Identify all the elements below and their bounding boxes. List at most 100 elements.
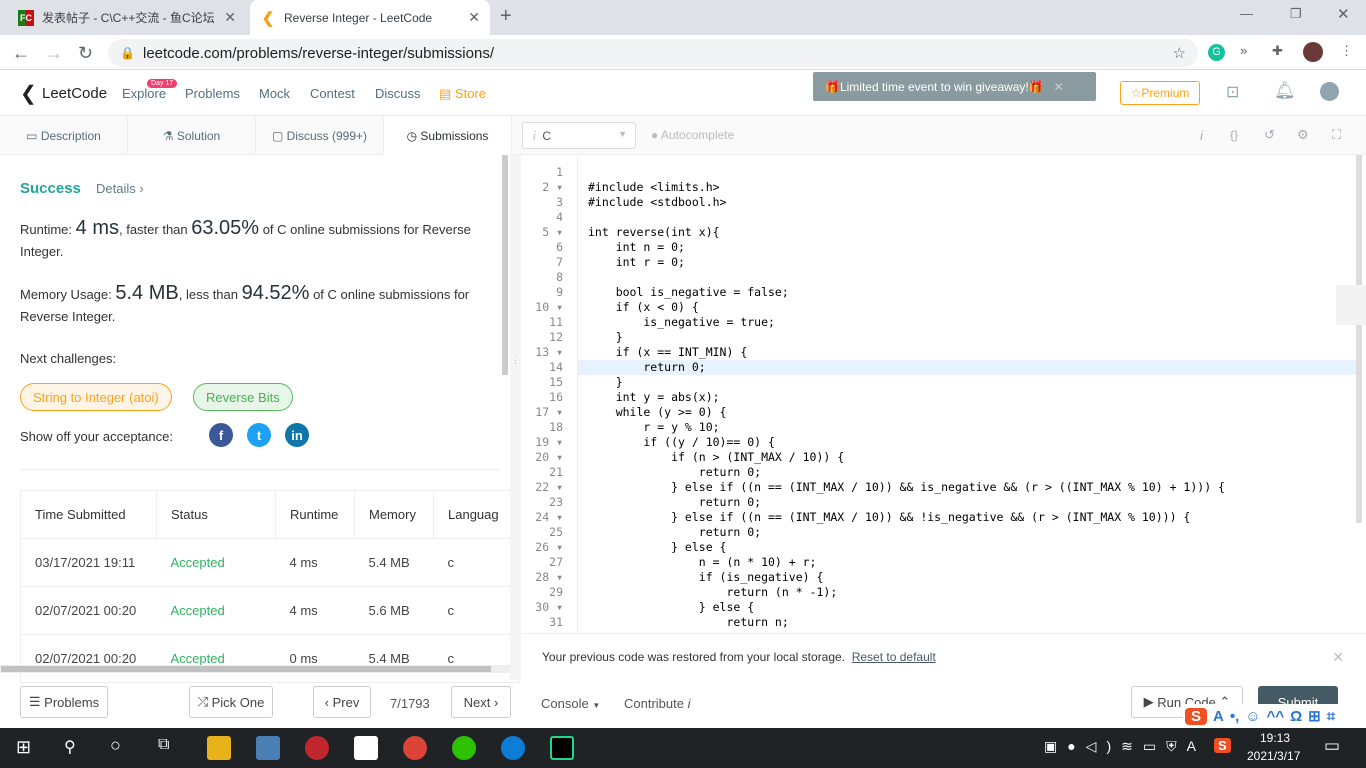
wechat-icon[interactable] (452, 736, 476, 760)
code-line[interactable]: return (n * -1); (588, 585, 837, 600)
nav-mock[interactable]: Mock (259, 86, 290, 101)
table-row[interactable]: 02/07/2021 00:20 Accepted 0 ms 5.4 MB c (20, 634, 520, 683)
status-cell[interactable]: Accepted (156, 586, 276, 635)
code-line[interactable]: } else if ((n == (INT_MAX / 10)) && is_n… (588, 480, 1225, 495)
nav-contest[interactable]: Contest (310, 86, 355, 101)
contribute-button[interactable]: Contribute i (624, 696, 691, 711)
linkedin-icon[interactable]: in (285, 423, 309, 447)
symbol-icon[interactable]: Ω (1290, 708, 1302, 725)
code-line[interactable]: return 0; (588, 525, 761, 540)
challenge-atoi[interactable]: String to Integer (atoi) (20, 383, 172, 411)
code-line[interactable]: while (y >= 0) { (588, 405, 727, 420)
column-header[interactable]: Memory (354, 490, 434, 539)
code-line[interactable]: if (n > (INT_MAX / 10)) { (588, 450, 844, 465)
edge-icon[interactable] (501, 736, 525, 760)
code-line[interactable]: int reverse(int x){ (588, 225, 720, 240)
file-explorer-icon[interactable] (207, 736, 231, 760)
nav-problems[interactable]: Problems (185, 86, 240, 101)
pick-one-button[interactable]: ⤮ Pick One (189, 686, 273, 718)
code-line[interactable]: #include <stdbool.h> (588, 195, 726, 210)
code-line[interactable]: } else { (588, 540, 726, 555)
code-line[interactable]: bool is_negative = false; (588, 285, 789, 300)
clock-date[interactable]: 2021/3/17 (1247, 749, 1300, 763)
pycharm-icon[interactable] (550, 736, 574, 760)
language-select[interactable]: i C ▼ (522, 122, 636, 149)
panel-resize-handle[interactable]: ⋮ (510, 155, 521, 680)
restore-icon[interactable]: ❐ (1290, 6, 1302, 22)
scrollbar[interactable] (502, 155, 508, 375)
close-window-icon[interactable]: ✕ (1337, 5, 1350, 23)
crop-icon[interactable]: ⌗ (1327, 708, 1335, 725)
autocomplete-toggle[interactable]: ● Autocomplete (651, 128, 734, 142)
column-header[interactable]: Languag (433, 490, 520, 539)
python-app-icon[interactable] (256, 736, 280, 760)
scrollbar-thumb[interactable] (1, 666, 491, 672)
close-promo-icon[interactable]: ✕ (1054, 80, 1064, 94)
code-line[interactable]: int y = abs(x); (588, 390, 720, 405)
prev-button[interactable]: ‹ Prev (313, 686, 371, 718)
twitter-icon[interactable]: t (247, 423, 271, 447)
logo-text[interactable]: LeetCode (42, 85, 107, 102)
task-view-icon[interactable]: ⧉ (158, 736, 169, 754)
tab-solution[interactable]: ⚗ Solution (128, 116, 256, 155)
reset-icon[interactable]: ↺ (1264, 127, 1275, 143)
code-editor[interactable]: 1 2 ▾ #include <limits.h> 3 #include <stdb… (521, 155, 1366, 633)
app-icon[interactable] (305, 736, 329, 760)
tab-description[interactable]: ▭ Description (0, 116, 128, 155)
code-line[interactable]: return 0; (588, 360, 705, 375)
premium-button[interactable]: ☆ Premium (1120, 81, 1200, 105)
sogou-tray-icon[interactable]: S (1214, 738, 1231, 753)
windows-start-icon[interactable]: ⊞ (16, 737, 31, 758)
clock-time[interactable]: 19:13 (1260, 731, 1290, 745)
nav-store[interactable]: ▤ Store (439, 86, 486, 102)
browser-tab-leetcode[interactable]: ❮ Reverse Integer - LeetCode ✕ (250, 0, 490, 35)
column-header[interactable]: Status (156, 490, 276, 539)
column-header[interactable]: Runtime (275, 490, 355, 539)
facebook-icon[interactable]: f (209, 423, 233, 447)
back-icon[interactable]: ← (12, 43, 30, 64)
details-link[interactable]: Details › (96, 181, 144, 196)
problems-button[interactable]: ☰ Problems (20, 686, 108, 718)
nav-discuss[interactable]: Discuss (375, 86, 421, 101)
code-line[interactable]: } (588, 330, 623, 345)
playground-icon[interactable]: ⊡ (1226, 82, 1239, 102)
close-tab-icon[interactable]: ✕ (224, 9, 236, 26)
photos-icon[interactable] (354, 736, 378, 760)
url-input[interactable]: 🔒 leetcode.com/problems/reverse-integer/s… (108, 39, 1198, 67)
code-line[interactable]: r = y % 10; (588, 420, 719, 435)
code-line[interactable]: if (is_negative) { (588, 570, 824, 585)
code-line[interactable]: int n = 0; (588, 240, 685, 255)
close-tab-icon[interactable]: ✕ (468, 9, 480, 26)
user-avatar-icon[interactable] (1320, 82, 1339, 101)
cortana-icon[interactable]: ○ (110, 735, 121, 756)
translate-icon[interactable]: ⊞ (1308, 707, 1321, 725)
profile-avatar[interactable] (1303, 42, 1323, 62)
tab-submissions[interactable]: ◷ Submissions (384, 116, 512, 155)
system-tray-icons[interactable]: ▣●◁)≋▭⛨A (1044, 738, 1206, 755)
reset-to-default-link[interactable]: Reset to default (852, 650, 936, 664)
column-header[interactable]: Time Submitted (20, 490, 157, 539)
code-line[interactable]: if (x == INT_MIN) { (588, 345, 748, 360)
table-row[interactable]: 03/17/2021 19:11 Accepted 4 ms 5.4 MB c (20, 538, 520, 587)
reload-icon[interactable]: ↻ (78, 43, 93, 64)
code-line[interactable]: int r = 0; (588, 255, 685, 270)
tab-discuss[interactable]: ▢ Discuss (999+) (256, 116, 384, 155)
code-line[interactable]: } else if ((n == (INT_MAX / 10)) && !is_… (588, 510, 1190, 525)
settings-icon[interactable]: ⚙ (1297, 127, 1309, 143)
editor-scrollbar[interactable] (1356, 155, 1362, 523)
grammarly-icon[interactable]: G (1208, 44, 1225, 61)
emoji-icon[interactable]: ☺ (1245, 708, 1260, 725)
promo-banner[interactable]: 🎁 Limited time event to win giveaway! 🎁 ✕ (813, 72, 1096, 101)
bookmark-star-icon[interactable]: ☆ (1173, 44, 1186, 62)
code-line[interactable]: if ((y / 10)== 0) { (588, 435, 775, 450)
table-row[interactable]: 02/07/2021 00:20 Accepted 4 ms 5.6 MB c (20, 586, 520, 635)
challenge-reverse-bits[interactable]: Reverse Bits (193, 383, 293, 411)
notification-icon[interactable]: ▭ (1324, 736, 1340, 756)
bell-icon[interactable]: 🔔︎ (1274, 81, 1296, 101)
chrome-icon[interactable] (403, 736, 427, 760)
browser-tab-forum[interactable]: FC 发表帖子 - C\C++交流 - 鱼C论坛 ✕ (8, 0, 246, 35)
code-line[interactable]: return 0; (588, 495, 761, 510)
kaomoji-icon[interactable]: ^^ (1267, 708, 1285, 725)
code-line[interactable]: } else { (588, 600, 754, 615)
ime-mode-icon[interactable]: A (1213, 708, 1224, 725)
